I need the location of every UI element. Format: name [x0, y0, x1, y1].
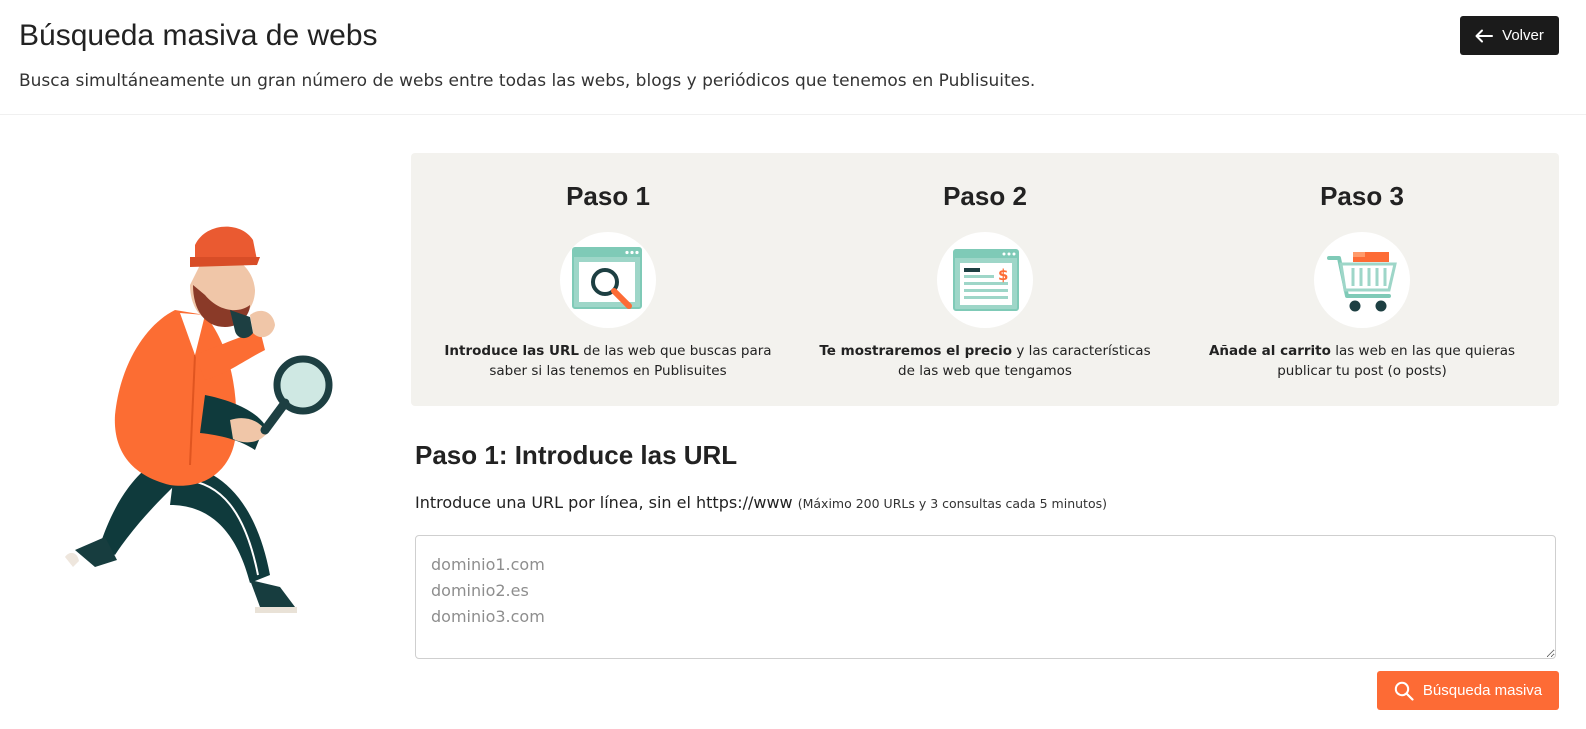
step-2: Paso 2 $ Te mostraremos el precio y las …	[794, 153, 1176, 406]
step-icon-circle: $	[937, 232, 1033, 328]
form-title: Paso 1: Introduce las URL	[415, 440, 738, 470]
step-icon-circle	[1314, 232, 1410, 328]
form-instructions: Introduce una URL por línea, sin el http…	[415, 493, 1107, 512]
bulk-search-button[interactable]: Búsqueda masiva	[1377, 671, 1559, 710]
step-icon-circle	[560, 232, 656, 328]
step-title: Paso 1	[566, 181, 650, 211]
step-title: Paso 3	[1320, 181, 1404, 211]
step-3: Paso 3 Añade al carrito las web en las q…	[1171, 153, 1553, 406]
back-button[interactable]: Volver	[1460, 16, 1559, 55]
bulk-search-label: Búsqueda masiva	[1422, 682, 1543, 699]
url-textarea[interactable]	[415, 535, 1556, 659]
svg-text:$: $	[998, 266, 1008, 284]
step-title: Paso 2	[943, 181, 1027, 211]
form-limits: (Máximo 200 URLs y 3 consultas cada 5 mi…	[797, 496, 1107, 511]
step-description: Añade al carrito las web en las que quie…	[1208, 343, 1516, 379]
page-subtitle: Busca simultáneamente un gran número de …	[19, 71, 1036, 91]
arrow-left-icon	[1475, 29, 1494, 42]
page-title: Búsqueda masiva de webs	[19, 19, 378, 52]
steps-panel: Paso 1 Introduce las URL de las web que …	[411, 153, 1559, 406]
price-page-icon: $	[953, 249, 1019, 311]
back-button-label: Volver	[1502, 27, 1544, 44]
page-header: Búsqueda masiva de webs Busca simultánea…	[0, 0, 1586, 115]
step-description: Introduce las URL de las web que buscas …	[444, 343, 772, 379]
step-1: Paso 1 Introduce las URL de las web que …	[417, 153, 799, 406]
browser-search-icon	[572, 247, 642, 309]
step-description: Te mostraremos el precio y las caracterí…	[819, 343, 1151, 379]
detective-illustration	[65, 226, 333, 613]
shopping-cart-icon	[1327, 252, 1397, 312]
search-icon	[1394, 681, 1414, 701]
